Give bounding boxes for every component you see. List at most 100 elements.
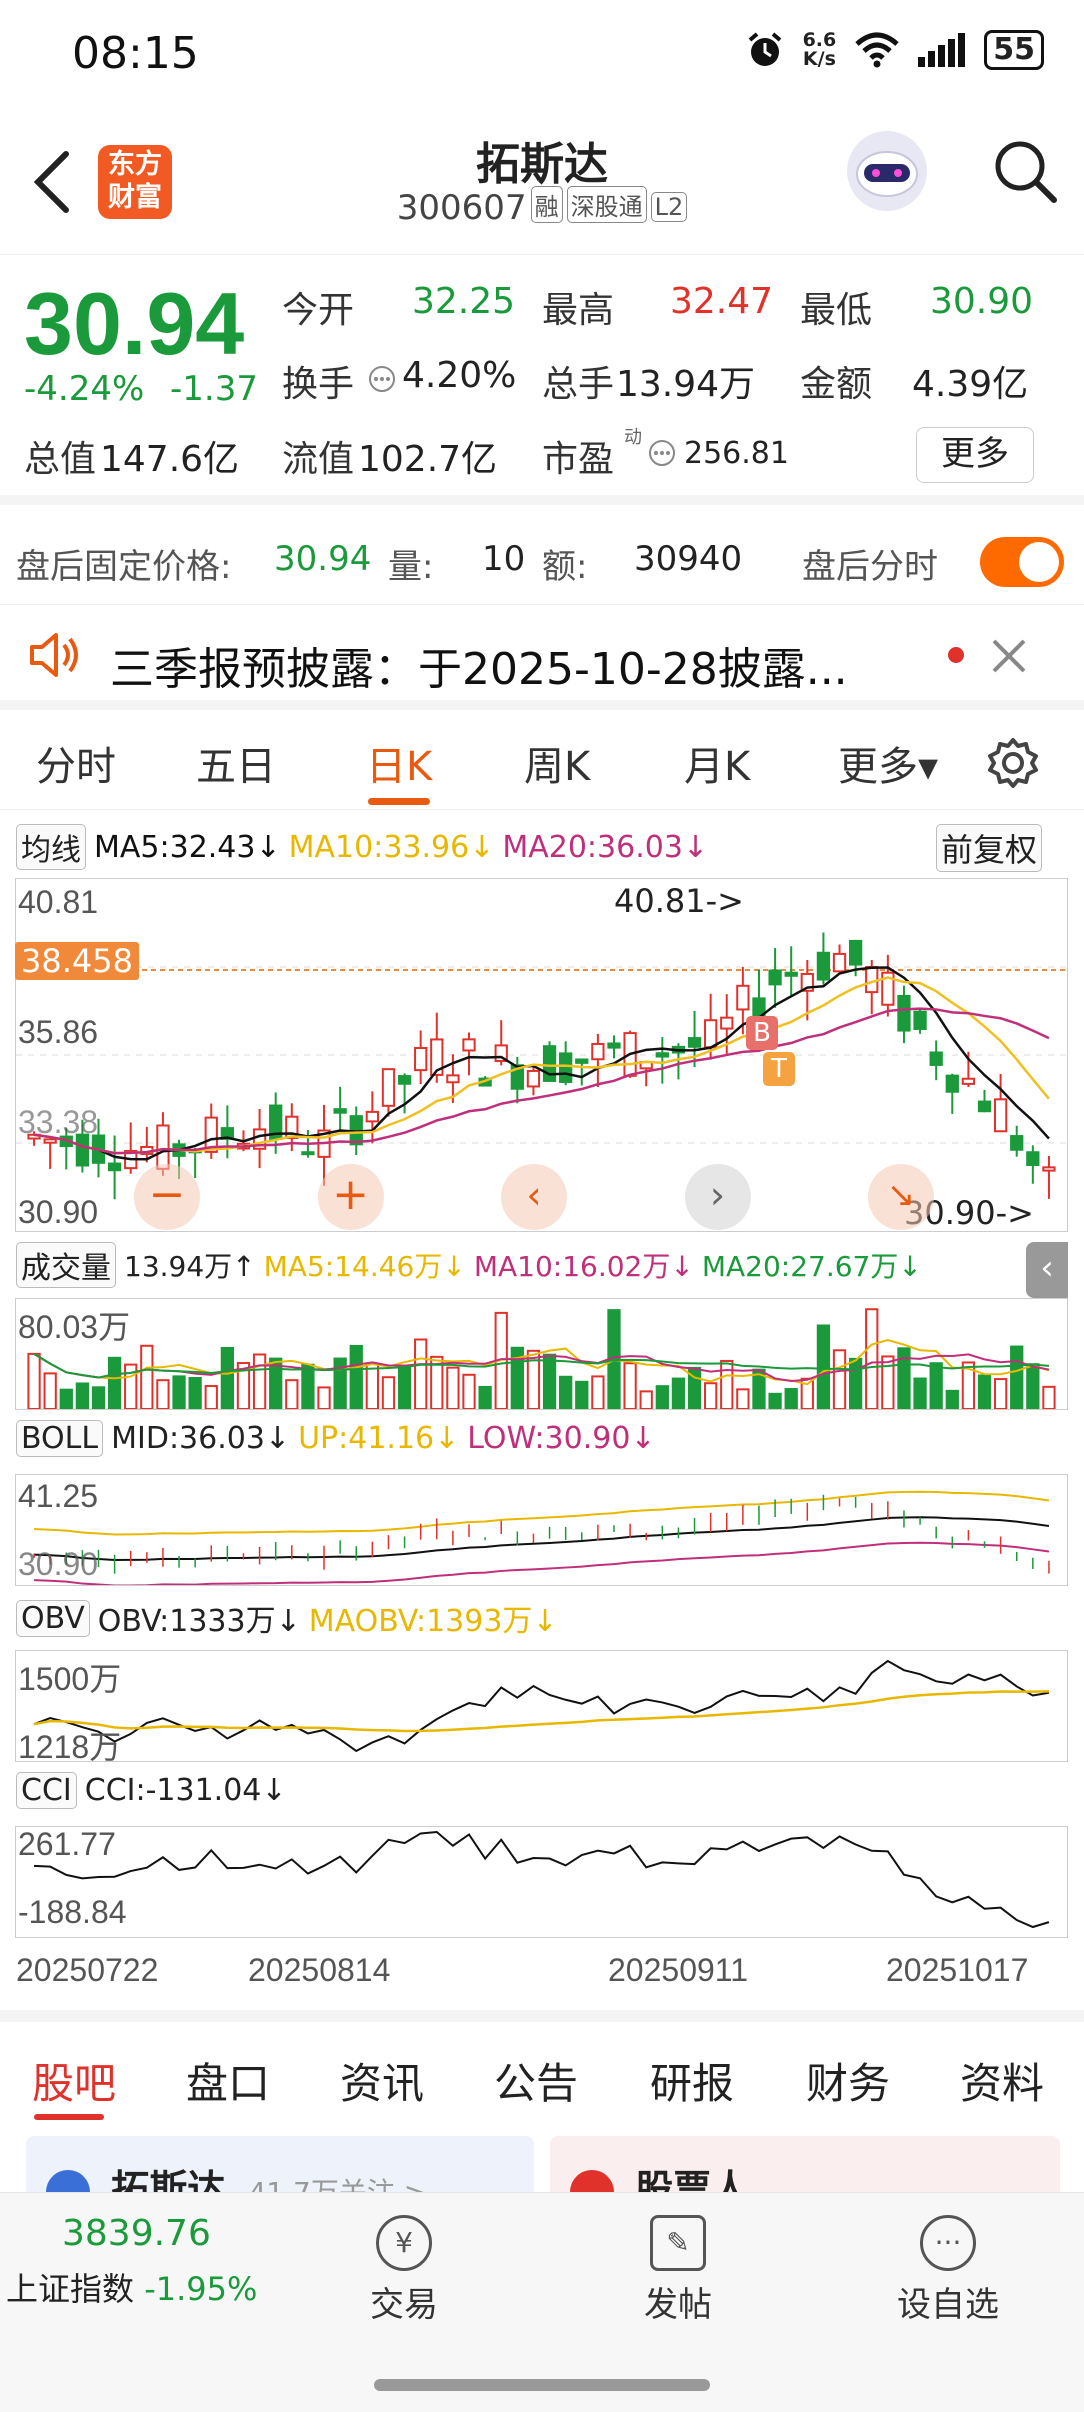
signal-icon — [918, 33, 966, 67]
boll-panel[interactable] — [15, 1474, 1068, 1586]
volume-bar — [446, 1366, 460, 1409]
volume-selector[interactable]: 成交量 — [16, 1242, 116, 1288]
clock: 08:15 — [72, 28, 199, 79]
adjust-selector[interactable]: 前复权 — [936, 824, 1043, 872]
volume-panel[interactable] — [15, 1298, 1068, 1410]
post-button[interactable]: ✎ 发帖 — [608, 2215, 748, 2326]
tab-weekly-k[interactable]: 周K — [524, 734, 590, 792]
more-button[interactable]: 更多 — [916, 427, 1034, 483]
boll-selector[interactable]: BOLL — [16, 1420, 104, 1457]
settings-gear-icon[interactable] — [986, 736, 1040, 790]
index-change: -1.95% — [144, 2270, 258, 2308]
tab-intraday[interactable]: 分时 — [36, 734, 116, 792]
ma-selector[interactable]: 均线 — [16, 824, 86, 870]
tab-profile[interactable]: 资料 — [960, 2050, 1044, 2111]
tab-finance[interactable]: 财务 — [806, 2050, 890, 2111]
more-dots-icon: ··· — [920, 2215, 976, 2271]
amount-value: 4.39亿 — [912, 364, 1029, 405]
alarm-icon — [748, 32, 781, 66]
volume-bar — [655, 1385, 669, 1409]
volume-bar — [365, 1362, 379, 1409]
candle-body — [1010, 1135, 1024, 1151]
cci-axis-top: 261.77 — [18, 1826, 116, 1862]
reset-button[interactable]: ↘ — [868, 1164, 934, 1230]
candle-body — [414, 1047, 428, 1072]
scroll-left-button[interactable]: ‹ — [501, 1164, 567, 1230]
volume-bar — [1010, 1345, 1024, 1409]
tab-monthly-k[interactable]: 月K — [684, 734, 750, 792]
candle-body — [542, 1045, 557, 1082]
after-hours-toggle[interactable] — [980, 537, 1064, 587]
stock-forum-card[interactable]: 拓斯达 41.7万关注 > — [26, 2136, 534, 2192]
change-pct: -4.24% — [24, 369, 145, 409]
obv-panel[interactable] — [15, 1650, 1068, 1762]
stock-header: 东方 财富 拓斯达 300607 融深股通 L2 — [0, 110, 1084, 255]
tab-daily-k[interactable]: 日K — [366, 734, 432, 792]
info-dots-icon[interactable] — [648, 439, 676, 467]
candle-body — [720, 1016, 734, 1030]
add-watchlist-button[interactable]: ··· 设自选 — [878, 2215, 1018, 2326]
volume-bar — [993, 1378, 1008, 1409]
volume-value: 13.94万↑ — [124, 1250, 256, 1283]
index-widget[interactable]: 3839.76 上证指数 -1.95% — [6, 2213, 266, 2310]
volume-bar — [736, 1388, 750, 1409]
volume-bar — [768, 1392, 782, 1409]
status-bar: 08:15 6.6 K/s 55 — [0, 0, 1084, 110]
tab-news[interactable]: 资讯 — [340, 2050, 424, 2111]
tab-five-day[interactable]: 五日 — [196, 734, 276, 792]
obv-line — [33, 1659, 1050, 1753]
ma-legend: 均线 MA5:32.43↓ MA10:33.96↓ MA20:36.03↓ — [16, 824, 708, 870]
notice-banner[interactable]: 三季报预披露：于2025-10-28披露... — [0, 605, 1084, 710]
volume-axis-top: 80.03万 — [18, 1309, 131, 1345]
info-dots-icon[interactable] — [368, 365, 396, 393]
volume-bar — [43, 1372, 57, 1409]
after-hours-amt: 30940 — [634, 539, 743, 579]
robot-assistant-icon[interactable] — [842, 126, 932, 216]
volume-bar — [1026, 1363, 1040, 1409]
cci-line — [34, 1830, 1050, 1929]
obv-selector[interactable]: OBV — [16, 1599, 90, 1637]
zoom-in-button[interactable]: + — [317, 1164, 384, 1230]
amount-label: 金额 — [800, 364, 873, 405]
candle-body — [784, 971, 798, 977]
quote-panel: 30.94 -4.24% -1.37 今开 32.25 最高 32.47 最低 … — [0, 255, 1084, 505]
volume-bar — [285, 1379, 299, 1409]
tab-forum[interactable]: 股吧 — [32, 2050, 116, 2111]
volume-bar — [865, 1308, 879, 1409]
k-axis-bottom: 30.90 — [18, 1194, 99, 1230]
volume-label: 总手 — [542, 364, 615, 405]
after-hours-price-label: 盘后固定价格: — [16, 547, 232, 587]
candle-body — [1026, 1151, 1040, 1167]
cci-selector[interactable]: CCI — [16, 1772, 77, 1809]
ma10-value: MA10:33.96↓ — [288, 829, 495, 865]
volume-bar — [252, 1353, 267, 1409]
trade-button[interactable]: ¥ 交易 — [334, 2215, 474, 2326]
search-icon[interactable] — [990, 136, 1060, 206]
candle-body — [107, 1162, 122, 1172]
tab-research[interactable]: 研报 — [650, 2050, 734, 2111]
volume-bar — [156, 1379, 170, 1409]
tab-more[interactable]: 更多▾ — [838, 734, 938, 792]
volume-bar — [172, 1375, 186, 1409]
buy-mark: B — [746, 1016, 778, 1050]
turnover-label: 换手 — [282, 364, 355, 405]
zoom-out-button[interactable]: − — [134, 1164, 200, 1230]
volume-bar — [397, 1364, 412, 1409]
mktcap-label: 总值 — [24, 439, 97, 480]
cci-legend: CCI CCI:-131.04↓ — [16, 1772, 287, 1809]
volume-bar — [784, 1388, 798, 1409]
close-icon[interactable] — [990, 637, 1028, 675]
after-hours-vol-label: 量: — [388, 547, 434, 587]
active-info-tab-indicator — [34, 2114, 104, 2120]
tab-announcements[interactable]: 公告 — [494, 2050, 578, 2111]
maobv-line — [33, 1690, 1049, 1733]
chart-footer-divider — [0, 2010, 1084, 2022]
tab-orderbook[interactable]: 盘口 — [186, 2050, 270, 2111]
cci-panel[interactable] — [15, 1826, 1068, 1938]
scroll-right-button[interactable]: › — [684, 1164, 751, 1230]
expand-panel-handle[interactable]: ‹ — [1026, 1242, 1068, 1298]
stock-people-card[interactable]: 股票人 — [550, 2136, 1060, 2192]
volume-legend: 成交量 13.94万↑ MA5:14.46万↓ MA10:16.02万↓ MA2… — [16, 1242, 922, 1288]
last-price: 30.94 — [24, 274, 245, 373]
boll-axis-bottom: 30.90 — [18, 1546, 99, 1582]
